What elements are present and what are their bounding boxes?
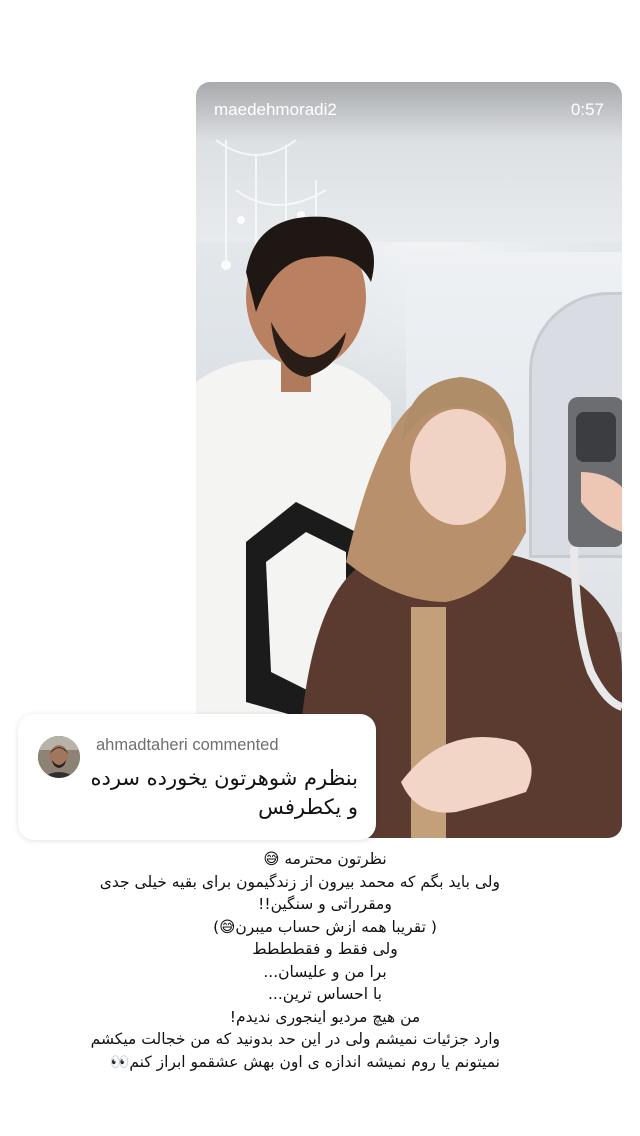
reply-line: ( تقریبا همه ازش حساب میبرن😅) xyxy=(213,917,437,936)
comment-text: بنظرم شوهرتون یخورده سرده و یکطرفس xyxy=(90,766,358,819)
comment-bubble[interactable]: ahmadtaheri commented بنظرم شوهرتون یخور… xyxy=(18,714,376,840)
reply-text: نظرتون محترمه 😅 ولی باید بگم که محمد بیر… xyxy=(90,848,500,1073)
reel-duration: 0:57 xyxy=(570,100,604,119)
reply-line: نمیتونم یا روم نمیشه اندازه ی اون بهش عش… xyxy=(110,1052,500,1071)
commenter-username[interactable]: ahmadtaheri xyxy=(96,736,188,754)
reply-line: ولی باید بگم که محمد بیرون از زندگیمون ب… xyxy=(99,872,500,891)
comment-header: ahmadtaheri commented xyxy=(96,736,279,755)
comment-action-label: commented xyxy=(192,736,279,754)
reel-header-overlay: maedehmoradi2 0:57 xyxy=(196,82,622,142)
reply-line: نظرتون محترمه 😅 xyxy=(263,850,387,868)
reply-line: با احساس ترین... xyxy=(267,985,382,1003)
reel-author-username[interactable]: maedehmoradi2 xyxy=(214,100,337,120)
reply-line: من هیچ مردیو اینجوری ندیدم! xyxy=(229,1007,421,1026)
reply-line: ولی فقط و فقطططط xyxy=(252,940,398,958)
reply-line: وارد جزئیات نمیشم ولی در این حد بدونید ک… xyxy=(90,1030,500,1048)
avatar-image xyxy=(38,736,80,778)
reply-line: برا من و علیسان... xyxy=(263,962,387,981)
reply-line: ومقرراتی و سنگین!! xyxy=(258,895,392,913)
avatar[interactable] xyxy=(38,736,80,778)
